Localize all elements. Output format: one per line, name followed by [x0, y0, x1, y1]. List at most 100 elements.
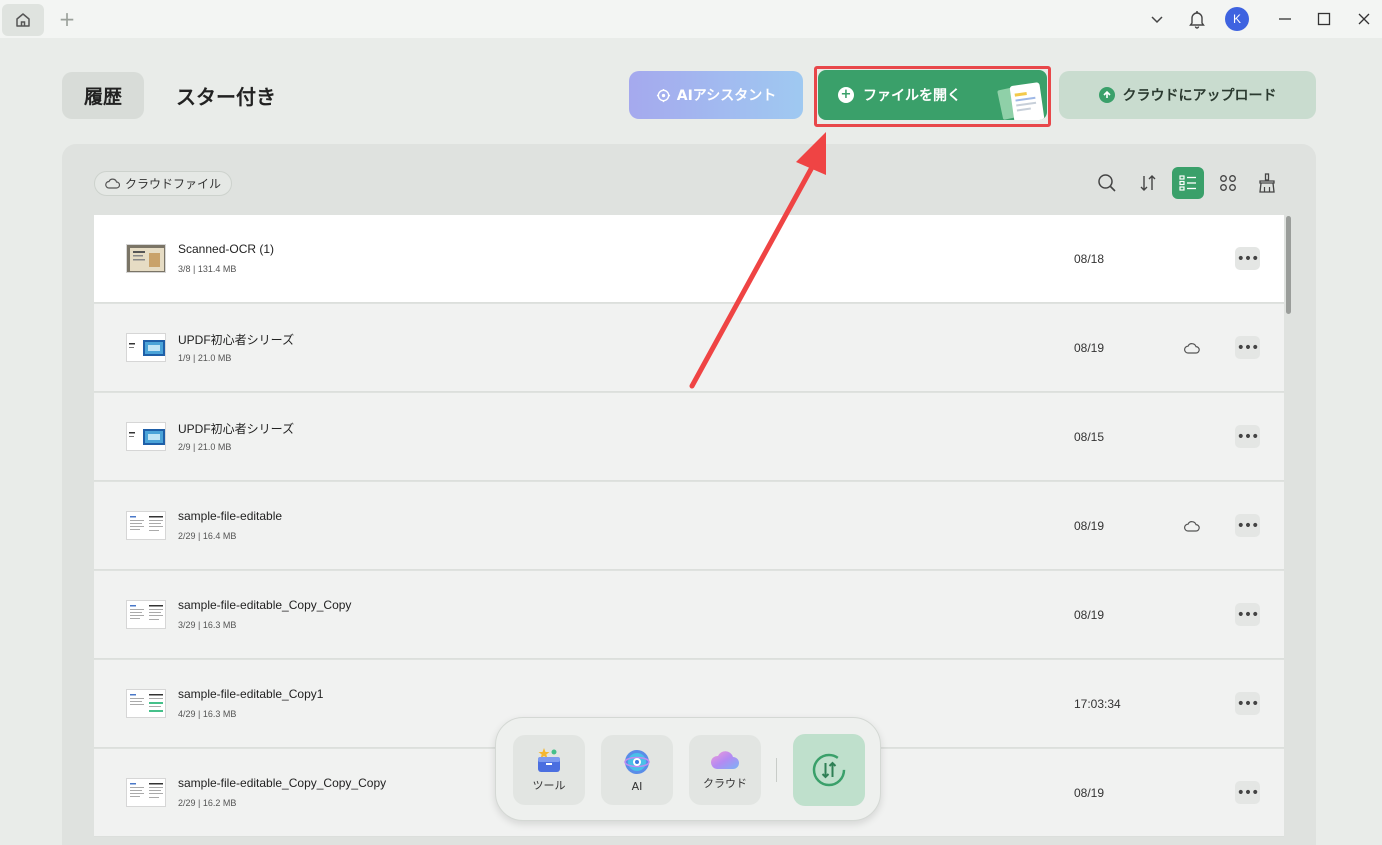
file-meta: 3/29 | 16.3 MB: [178, 620, 237, 630]
file-meta: 2/29 | 16.4 MB: [178, 531, 237, 541]
file-date: 08/19: [1074, 341, 1105, 355]
file-name: Scanned-OCR (1): [178, 242, 275, 256]
dock-separator: [776, 758, 777, 782]
avatar: K: [1225, 7, 1249, 31]
dock-ai-button[interactable]: AI: [601, 735, 673, 805]
sort-icon: [1140, 175, 1156, 191]
file-name: sample-file-editable_Copy_Copy: [178, 598, 352, 612]
dock-cloud-button[interactable]: クラウド: [689, 735, 761, 805]
list-scrollbar[interactable]: [1286, 216, 1291, 314]
plus-icon: +: [58, 7, 76, 31]
grid-view-icon: [1220, 175, 1236, 191]
dock-cloud-label: クラウド: [703, 777, 747, 790]
tab-history[interactable]: 履歴: [62, 72, 144, 119]
file-meta: 1/9 | 21.0 MB: [178, 353, 232, 363]
ai-assistant-button[interactable]: AIアシスタント: [629, 71, 803, 119]
search-button[interactable]: [1091, 167, 1123, 199]
ellipsis-icon: •••: [1236, 695, 1260, 712]
more-options-button[interactable]: •••: [1235, 336, 1260, 359]
file-meta: 3/8 | 131.4 MB: [178, 264, 237, 274]
close-icon: [1358, 13, 1370, 25]
tabs-dropdown-button[interactable]: [1146, 0, 1168, 38]
more-options-button[interactable]: •••: [1235, 247, 1260, 270]
dock-ai-label: AI: [631, 779, 643, 793]
more-options-button[interactable]: •••: [1235, 692, 1260, 715]
ellipsis-icon: •••: [1236, 606, 1260, 623]
file-name: sample-file-editable_Copy1: [178, 687, 324, 701]
tab-starred[interactable]: スター付き: [176, 72, 276, 119]
list-view-button[interactable]: [1172, 167, 1204, 199]
annotation-arrow: [689, 132, 826, 389]
dock-convert-button[interactable]: [793, 734, 865, 806]
ai-orb-icon: [624, 749, 650, 774]
file-date: 08/15: [1074, 430, 1105, 444]
dock-tools-button[interactable]: ツール: [513, 735, 585, 805]
minimize-icon: [1279, 18, 1291, 20]
file-thumbnail: [126, 600, 166, 629]
bell-icon: [1189, 11, 1205, 29]
ellipsis-icon: •••: [1236, 784, 1260, 801]
minimize-button[interactable]: [1274, 0, 1296, 38]
file-row[interactable]: UPDF初心者シリーズ 2/9 | 21.0 MB 08/15 •••: [94, 393, 1284, 481]
file-date: 08/18: [1074, 252, 1105, 266]
ai-assistant-label: AIアシスタント: [676, 88, 777, 104]
file-thumbnail: [126, 511, 166, 540]
more-options-button[interactable]: •••: [1235, 603, 1260, 626]
convert-icon: [812, 753, 846, 787]
file-date: 08/19: [1074, 786, 1105, 800]
ai-assistant-icon: [656, 88, 670, 102]
file-name: UPDF初心者シリーズ: [178, 422, 295, 436]
home-icon: [16, 13, 30, 27]
sort-button[interactable]: [1132, 167, 1164, 199]
file-date: 17:03:34: [1074, 697, 1121, 711]
file-date: 08/19: [1074, 608, 1105, 622]
floating-dock: ツール AI クラウド: [495, 717, 881, 821]
more-options-button[interactable]: •••: [1235, 781, 1260, 804]
file-meta: 2/9 | 21.0 MB: [178, 442, 232, 452]
file-thumbnail: [126, 689, 166, 718]
file-thumbnail: [126, 244, 166, 273]
more-options-button[interactable]: •••: [1235, 425, 1260, 448]
list-view-icon: [1179, 175, 1196, 191]
account-button[interactable]: K: [1225, 0, 1249, 38]
upload-to-cloud-label: クラウドにアップロード: [1122, 88, 1277, 104]
file-date: 08/19: [1074, 519, 1105, 533]
file-name: UPDF初心者シリーズ: [178, 333, 295, 347]
ellipsis-icon: •••: [1236, 428, 1260, 445]
file-thumbnail: [126, 422, 166, 451]
ellipsis-icon: •••: [1236, 250, 1260, 267]
chevron-down-icon: [1151, 16, 1163, 24]
grid-view-button[interactable]: [1212, 167, 1244, 199]
search-icon: [1098, 174, 1116, 192]
close-button[interactable]: [1353, 0, 1375, 38]
cloud-files-filter[interactable]: クラウドファイル: [94, 171, 232, 196]
file-thumbnail: [126, 333, 166, 362]
upload-to-cloud-button[interactable]: クラウドにアップロード: [1059, 71, 1316, 119]
ellipsis-icon: •••: [1236, 517, 1260, 534]
file-meta: 2/29 | 16.2 MB: [178, 798, 237, 808]
open-file-highlight: [814, 66, 1051, 127]
toolbox-icon: [538, 748, 560, 772]
cloud-color-icon: [710, 751, 739, 769]
clean-history-button[interactable]: [1251, 167, 1283, 199]
file-meta: 4/29 | 16.3 MB: [178, 709, 237, 719]
broom-icon: [1259, 173, 1275, 193]
ellipsis-icon: •••: [1236, 339, 1260, 356]
cloud-icon: [105, 178, 120, 189]
notifications-button[interactable]: [1186, 0, 1208, 38]
file-name: sample-file-editable_Copy_Copy_Copy: [178, 776, 387, 790]
new-tab-button[interactable]: +: [56, 7, 78, 31]
cloud-files-label: クラウドファイル: [124, 177, 221, 191]
file-name: sample-file-editable: [178, 509, 283, 523]
more-options-button[interactable]: •••: [1235, 514, 1260, 537]
file-thumbnail: [126, 778, 166, 807]
file-row[interactable]: sample-file-editable_Copy_Copy 3/29 | 16.…: [94, 571, 1284, 659]
maximize-button[interactable]: [1313, 0, 1335, 38]
file-row[interactable]: sample-file-editable 2/29 | 16.4 MB 08/19 •…: [94, 482, 1284, 570]
cloud-synced-icon: [1183, 339, 1201, 357]
dock-tools-label: ツール: [532, 779, 566, 792]
upload-circle-icon: [1098, 87, 1115, 103]
maximize-icon: [1317, 12, 1331, 26]
cloud-synced-icon: [1183, 517, 1201, 535]
home-tab[interactable]: [2, 4, 44, 36]
